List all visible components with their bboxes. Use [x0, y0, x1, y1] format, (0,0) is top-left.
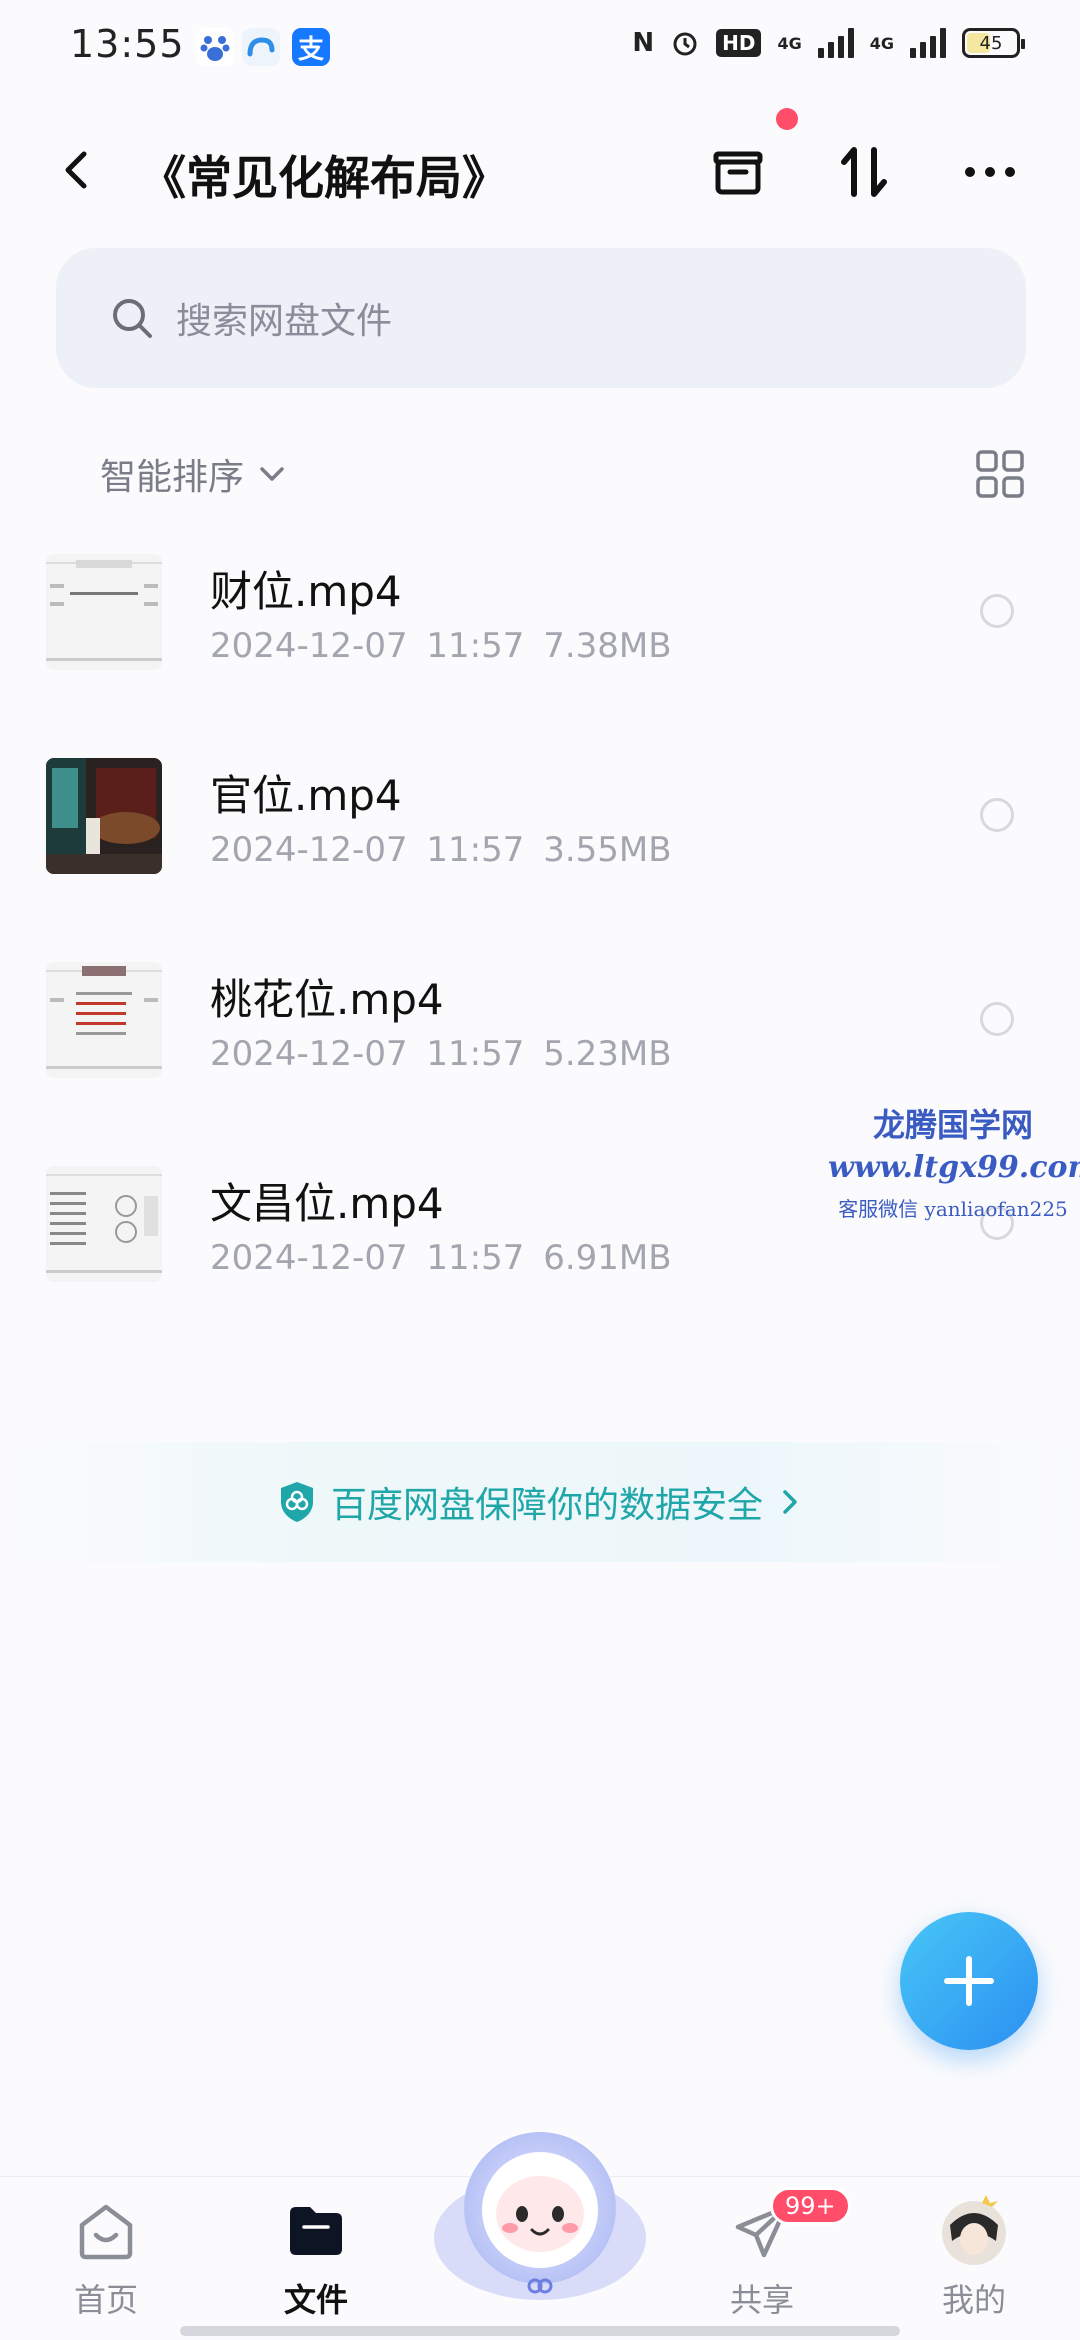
sort-swap-icon[interactable]: [832, 140, 896, 204]
watermark-contact: 客服微信 yanliaofan225: [838, 1197, 1068, 1221]
video-thumbnail: [46, 758, 162, 874]
tab-share[interactable]: 99+ 共享: [692, 2187, 851, 2321]
ai-assistant-mascot[interactable]: [430, 2118, 650, 2308]
file-meta: 2024-12-07 11:57 7.38MB: [210, 626, 672, 666]
search-placeholder: 搜索网盘文件: [176, 301, 393, 342]
cloud-app-icon: [242, 28, 280, 66]
file-meta: 2024-12-07 11:57 3.55MB: [210, 830, 672, 870]
security-banner[interactable]: 百度网盘保障你的数据安全: [0, 1442, 1080, 1562]
hd-badge: HD: [716, 29, 762, 57]
file-name: 财位.mp4: [210, 567, 402, 616]
nfc-icon: N: [632, 28, 655, 58]
tab-label: 文件: [283, 2281, 348, 2319]
add-button[interactable]: [900, 1912, 1038, 2050]
transfer-box-icon[interactable]: [706, 140, 770, 204]
signal-icon-1: [817, 28, 854, 58]
signal-icon-2: [910, 28, 946, 58]
video-thumbnail: [46, 1166, 162, 1282]
baidu-app-icon: [196, 28, 234, 66]
tab-label: 我的: [941, 2281, 1006, 2319]
watermark: 龙腾国学网 www.ltgx99.com 客服微信 yanliaofan225: [828, 1100, 1080, 1222]
battery-level: 45: [979, 32, 1003, 54]
file-name: 桃花位.mp4: [210, 975, 444, 1024]
file-row[interactable]: 财位.mp4 2024-12-07 11:57 7.38MB: [0, 540, 1080, 744]
file-name: 官位.mp4: [210, 771, 402, 820]
top-bar: 《常见化解布局》: [0, 120, 1080, 220]
security-text: 百度网盘保障你的数据安全: [330, 1485, 763, 1526]
home-indicator[interactable]: [180, 2326, 900, 2336]
grid-view-icon[interactable]: [972, 446, 1028, 502]
network-label-1: 4G: [777, 33, 802, 53]
sort-dropdown[interactable]: 智能排序: [100, 448, 288, 500]
file-name: 文昌位.mp4: [210, 1179, 444, 1228]
status-time: 13:55: [70, 22, 185, 66]
watermark-title: 龙腾国学网: [872, 1106, 1033, 1144]
status-indicators: N HD 4G 4G 45: [632, 28, 1025, 58]
select-radio[interactable]: [980, 798, 1014, 832]
plus-icon: [944, 1956, 994, 2006]
select-radio[interactable]: [980, 1002, 1014, 1036]
file-list: 财位.mp4 2024-12-07 11:57 7.38MB 官位.mp4 20…: [0, 540, 1080, 1356]
more-icon[interactable]: [958, 140, 1022, 204]
share-badge: 99+: [770, 2187, 851, 2225]
shield-icon: [280, 1482, 313, 1522]
tab-home[interactable]: 首页: [36, 2195, 176, 2321]
notification-dot: [776, 108, 798, 130]
tab-profile[interactable]: 我的: [904, 2195, 1044, 2321]
status-bar: 13:55 支 N HD 4G 4G 45: [0, 0, 1080, 96]
folder-icon: [290, 2207, 342, 2255]
video-thumbnail: [46, 554, 162, 670]
sort-label: 智能排序: [100, 457, 245, 498]
chevron-down-icon: [260, 467, 284, 481]
file-row[interactable]: 官位.mp4 2024-12-07 11:57 3.55MB: [0, 744, 1080, 948]
alipay-app-icon: 支: [292, 28, 330, 66]
tab-label: 共享: [729, 2281, 794, 2319]
file-meta: 2024-12-07 11:57 6.91MB: [210, 1238, 672, 1278]
network-label-2: 4G: [869, 33, 894, 53]
page-title: 《常见化解布局》: [140, 151, 508, 205]
file-meta: 2024-12-07 11:57 5.23MB: [210, 1034, 672, 1074]
search-icon: [113, 299, 152, 338]
avatar: [942, 2195, 1006, 2265]
watermark-url: www.ltgx99.com: [828, 1150, 1080, 1185]
battery-icon: 45: [962, 28, 1025, 58]
chevron-right-icon: [783, 1490, 797, 1514]
back-button[interactable]: [48, 140, 108, 200]
tab-files[interactable]: 文件: [246, 2195, 386, 2321]
video-thumbnail: [46, 962, 162, 1078]
tab-label: 首页: [73, 2281, 138, 2319]
select-radio[interactable]: [980, 594, 1014, 628]
search-input[interactable]: 搜索网盘文件: [56, 248, 1026, 388]
home-icon: [79, 2204, 133, 2260]
alarm-icon: [673, 32, 697, 56]
